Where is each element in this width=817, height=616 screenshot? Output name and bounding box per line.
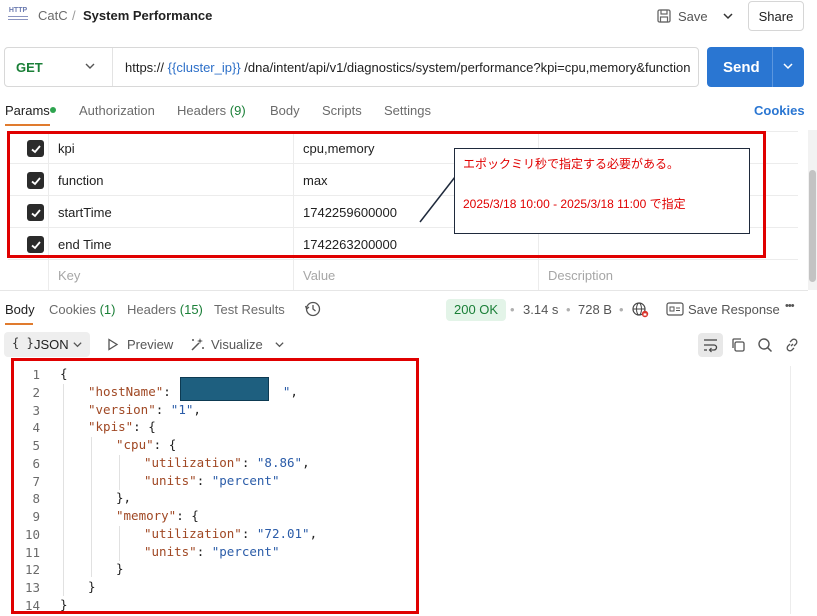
play-icon[interactable] bbox=[107, 338, 119, 351]
status-badge[interactable]: 200 OK bbox=[446, 299, 507, 321]
tab-body[interactable]: Body bbox=[270, 103, 300, 118]
meta-separator: • bbox=[566, 302, 571, 317]
code-highlight-box bbox=[11, 358, 419, 614]
breadcrumb-collection[interactable]: CatC bbox=[38, 8, 68, 23]
resp-tab-test-results[interactable]: Test Results bbox=[214, 302, 285, 317]
request-title[interactable]: System Performance bbox=[83, 8, 212, 23]
url-path: /dna/intent/api/v1/diagnostics/system/pe… bbox=[244, 60, 691, 75]
response-size[interactable]: 728 B bbox=[578, 302, 612, 317]
tab-scripts[interactable]: Scripts bbox=[322, 103, 362, 118]
http-request-icon: HTTP bbox=[8, 7, 28, 25]
send-divider bbox=[772, 47, 773, 87]
wrap-lines-icon[interactable] bbox=[702, 337, 719, 353]
method-divider bbox=[112, 48, 113, 86]
save-response-button[interactable]: Save Response bbox=[688, 302, 780, 317]
tab-params[interactable]: Params bbox=[5, 103, 50, 118]
method-select[interactable]: GET bbox=[16, 60, 43, 75]
format-chevron-down-icon[interactable] bbox=[72, 339, 83, 350]
resp-tab-body-underline bbox=[5, 323, 33, 325]
resp-headers-label: Headers bbox=[127, 302, 177, 317]
chevron-down-icon bbox=[723, 13, 733, 20]
param-key-placeholder[interactable]: Key bbox=[58, 268, 80, 283]
tab-settings[interactable]: Settings bbox=[384, 103, 431, 118]
url-input[interactable]: https:// {{cluster_ip}} /dna/intent/api/… bbox=[125, 60, 691, 75]
visualize-button[interactable]: Visualize bbox=[211, 337, 263, 352]
url-variable: {{cluster_ip}} bbox=[167, 60, 241, 75]
param-description-placeholder[interactable]: Description bbox=[548, 268, 613, 283]
network-globe-icon[interactable] bbox=[631, 300, 649, 318]
search-icon[interactable] bbox=[757, 337, 773, 353]
annotation-line-2: 2025/3/18 10:00 - 2025/3/18 11:00 で指定 bbox=[463, 197, 686, 211]
params-active-dot bbox=[50, 107, 56, 113]
tab-authorization[interactable]: Authorization bbox=[79, 103, 155, 118]
send-label[interactable]: Send bbox=[723, 59, 760, 76]
meta-separator: • bbox=[619, 302, 624, 317]
resp-tab-cookies[interactable]: Cookies (1) bbox=[49, 302, 115, 317]
visualize-icon[interactable] bbox=[189, 336, 206, 353]
history-icon[interactable] bbox=[304, 300, 322, 318]
tab-headers-label: Headers bbox=[177, 103, 227, 118]
save-response-icon[interactable] bbox=[666, 302, 684, 316]
resp-cookies-count: (1) bbox=[99, 302, 116, 317]
visualize-chevron-down-icon[interactable] bbox=[274, 339, 285, 350]
save-label: Save bbox=[678, 8, 708, 24]
params-scrollbar-thumb[interactable] bbox=[809, 170, 816, 282]
preview-button[interactable]: Preview bbox=[127, 337, 173, 352]
code-panel-edge bbox=[790, 366, 791, 614]
response-time[interactable]: 3.14 s bbox=[523, 302, 558, 317]
copy-icon[interactable] bbox=[730, 337, 746, 353]
more-options-icon[interactable]: ••• bbox=[785, 300, 795, 312]
json-braces-icon: { } bbox=[12, 336, 34, 350]
resp-tab-headers[interactable]: Headers (15) bbox=[127, 302, 203, 317]
panel-divider bbox=[0, 290, 808, 291]
resp-tab-body[interactable]: Body bbox=[5, 302, 35, 317]
share-button[interactable]: Share bbox=[748, 1, 804, 31]
tab-headers[interactable]: Headers (9) bbox=[177, 103, 246, 118]
param-value-placeholder[interactable]: Value bbox=[303, 268, 335, 283]
format-label: JSON bbox=[34, 337, 69, 352]
param-row-empty bbox=[8, 260, 798, 292]
save-icon bbox=[657, 9, 671, 23]
tab-headers-count: (9) bbox=[229, 103, 246, 118]
link-icon[interactable] bbox=[784, 337, 800, 353]
meta-separator: • bbox=[510, 302, 515, 317]
save-dropdown-button[interactable] bbox=[716, 3, 740, 29]
tab-params-underline bbox=[5, 124, 50, 126]
save-button[interactable]: Save bbox=[656, 3, 708, 29]
resp-headers-count: (15) bbox=[179, 302, 203, 317]
breadcrumb-separator: / bbox=[72, 8, 76, 23]
method-chevron-down-icon[interactable] bbox=[84, 60, 96, 72]
annotation-line-1: エポックミリ秒で指定する必要がある。 bbox=[463, 157, 680, 171]
resp-cookies-label: Cookies bbox=[49, 302, 96, 317]
send-options-chevron-icon[interactable] bbox=[782, 60, 794, 72]
url-prefix: https:// bbox=[125, 60, 165, 75]
cookies-link[interactable]: Cookies bbox=[754, 103, 805, 118]
http-icon-text: HTTP bbox=[8, 7, 28, 14]
